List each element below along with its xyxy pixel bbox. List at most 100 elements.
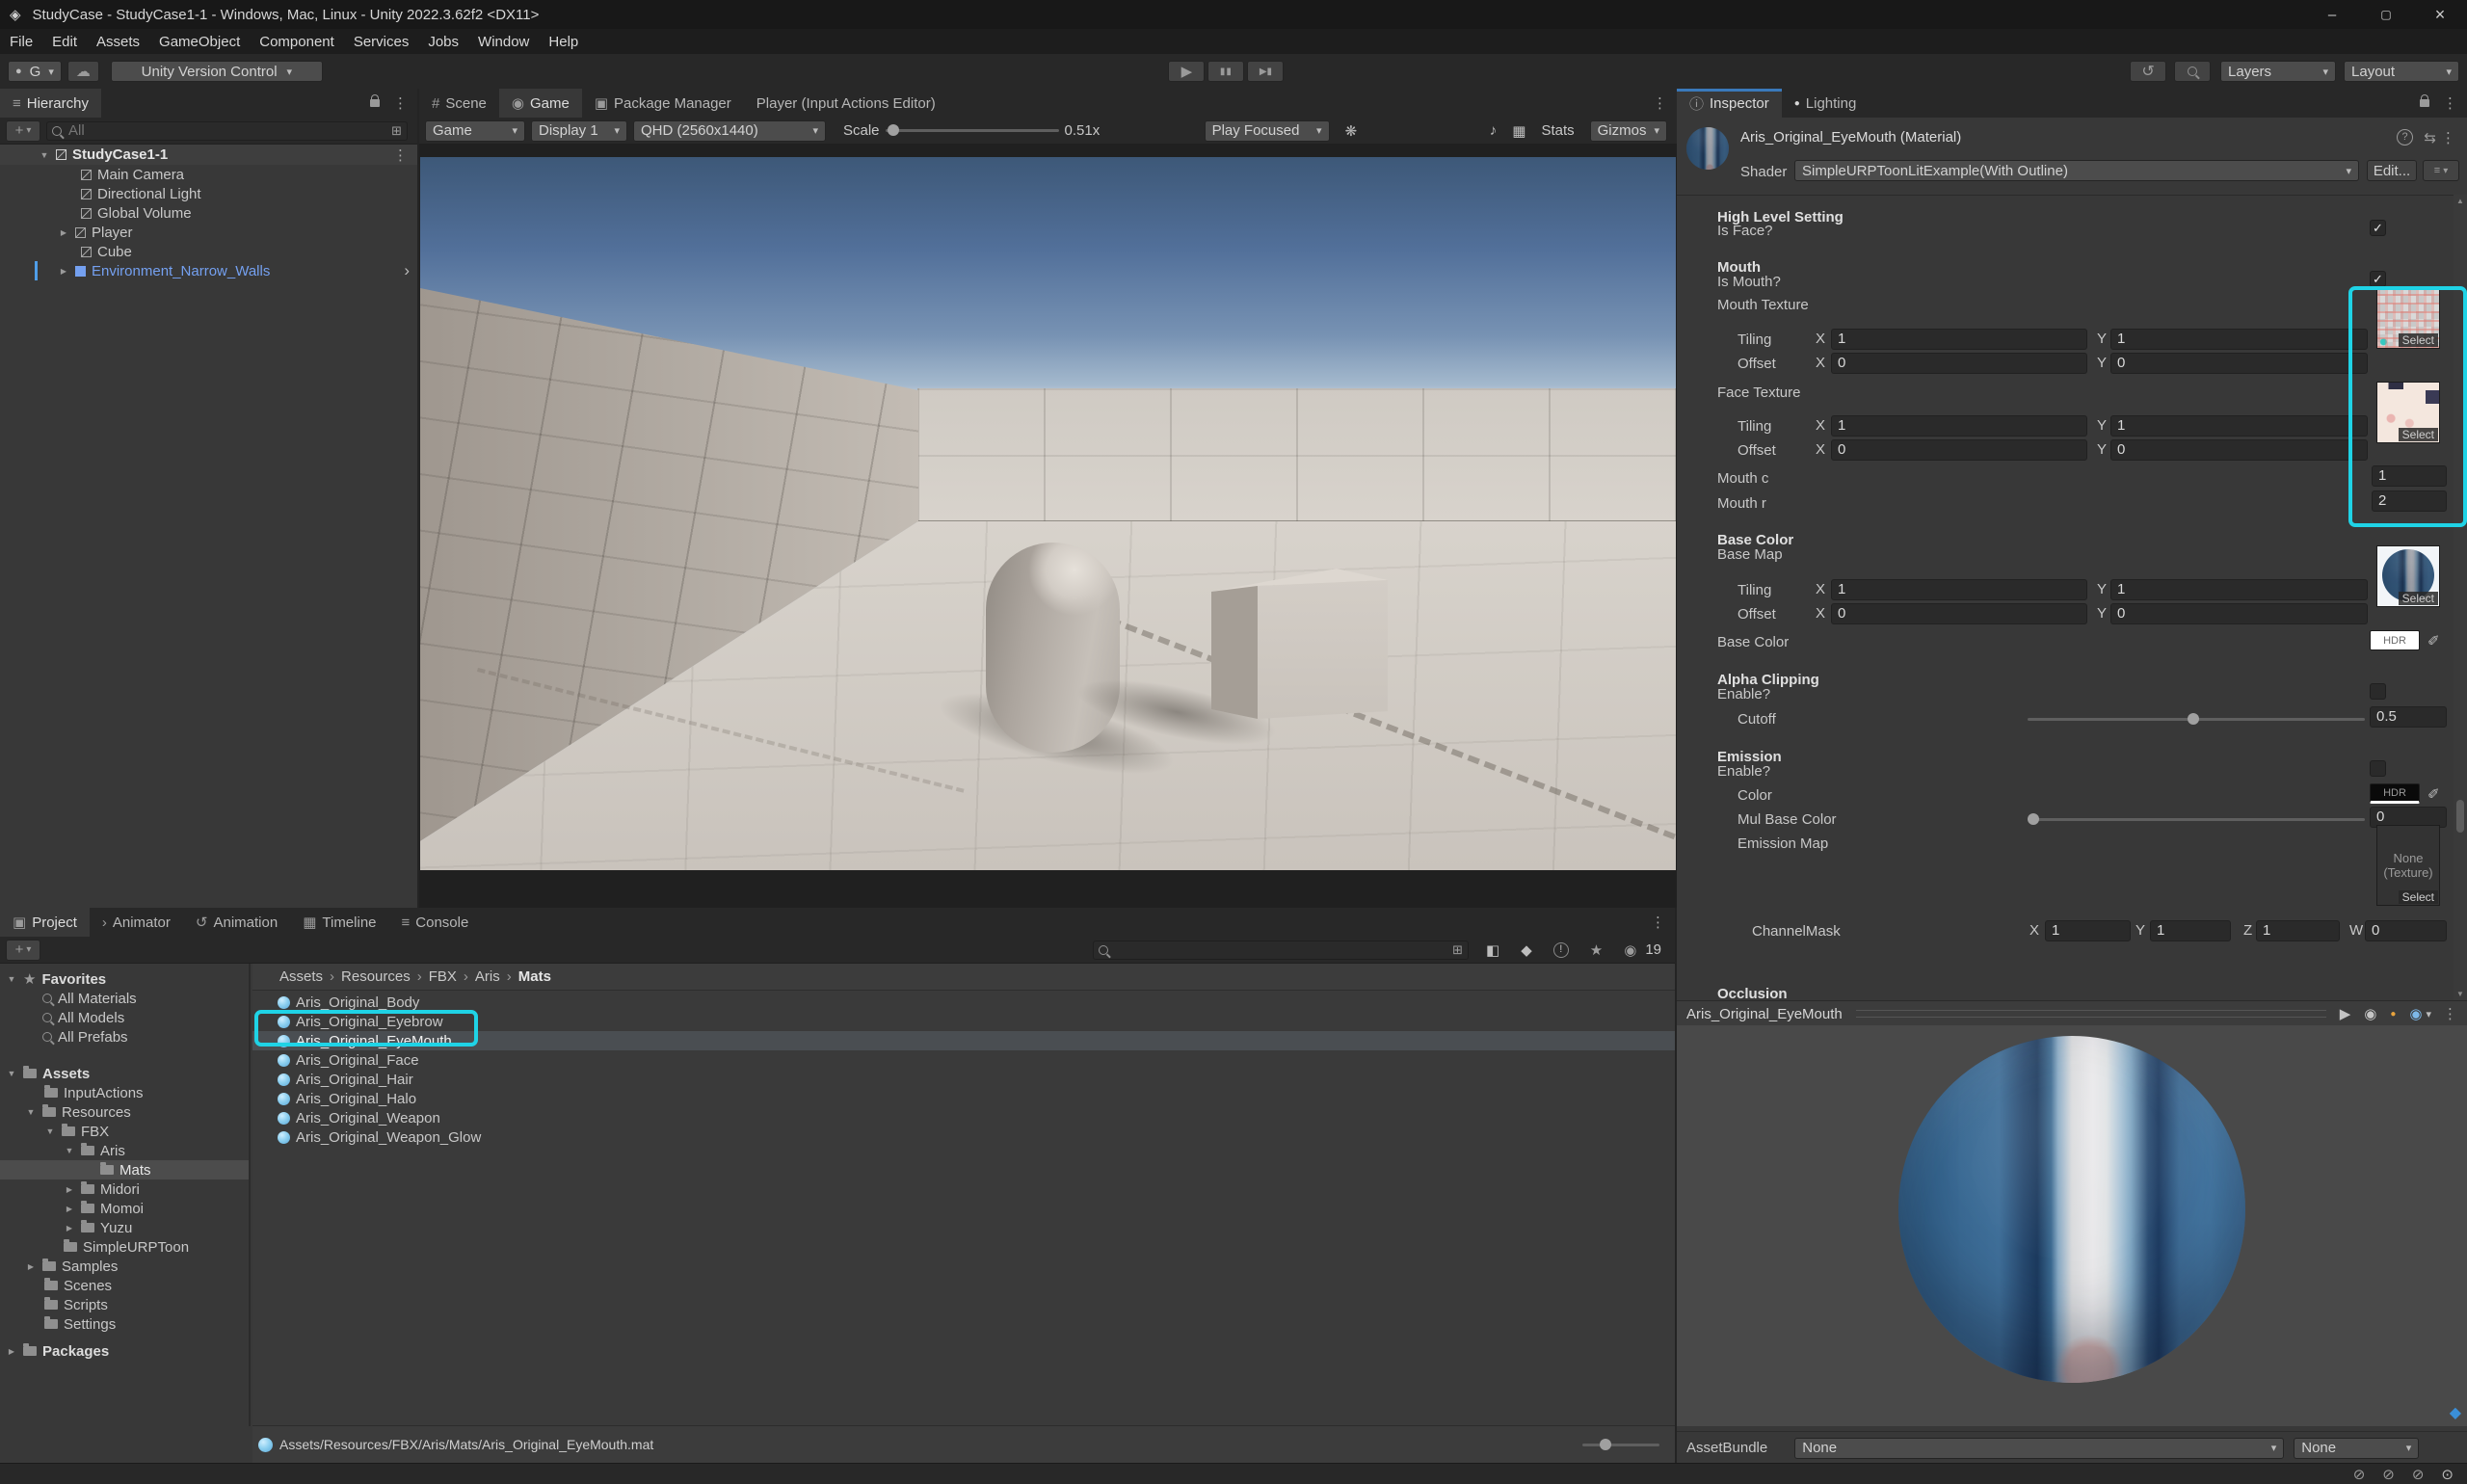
tree-assets[interactable]: ▼ Assets xyxy=(0,1064,249,1083)
tree-simpleurptoon[interactable]: SimpleURPToon xyxy=(0,1237,249,1257)
presets-icon[interactable]: ⇆ xyxy=(2424,129,2436,146)
tree-resources[interactable]: ▼ Resources xyxy=(0,1102,249,1122)
close-button[interactable]: × xyxy=(2413,5,2467,25)
search-by-type-icon[interactable]: ◧ xyxy=(1486,941,1499,959)
project-search[interactable]: ⊞ xyxy=(1093,941,1469,960)
kebab-menu-icon[interactable]: ⋮ xyxy=(1653,94,1667,112)
menu-file[interactable]: File xyxy=(0,34,42,50)
version-control-dropdown[interactable]: Unity Version Control ▾ xyxy=(111,61,323,82)
scale-slider[interactable] xyxy=(886,129,1059,132)
stats-toggle[interactable]: Stats xyxy=(1541,122,1574,139)
shader-menu-button[interactable]: ≡ ▾ xyxy=(2423,160,2459,181)
scale-slider-knob[interactable] xyxy=(888,124,899,136)
tree-aris[interactable]: ▼ Aris xyxy=(0,1141,249,1160)
material-thumbnail[interactable] xyxy=(1686,127,1729,170)
mul-base-color-slider[interactable] xyxy=(2028,818,2365,821)
preview-shape-icon[interactable]: ◉ xyxy=(2364,1005,2376,1022)
layout-dropdown[interactable]: Layout ▾ xyxy=(2344,61,2459,82)
tree-all-prefabs[interactable]: All Prefabs xyxy=(0,1027,249,1047)
menu-edit[interactable]: Edit xyxy=(42,34,87,50)
tab-animator[interactable]: › Animator xyxy=(90,908,183,937)
display-dropdown[interactable]: Display 1 ▾ xyxy=(531,120,627,142)
preview-lighting-icon[interactable]: ● xyxy=(2390,1009,2396,1020)
maximize-button[interactable]: ▢ xyxy=(2359,8,2413,21)
tab-animation[interactable]: ↺ Animation xyxy=(183,908,290,937)
game-viewport[interactable] xyxy=(420,157,1676,870)
hierarchy-scene-row[interactable]: ▼ StudyCase1-1 ⋮ xyxy=(0,145,417,165)
breadcrumb-assets[interactable]: Assets xyxy=(279,968,323,985)
file-aris-original-hair[interactable]: Aris_Original_Hair xyxy=(252,1070,1675,1089)
base-tiling-x-field[interactable]: 1 xyxy=(1831,579,2087,600)
drag-handle[interactable] xyxy=(1856,1010,2326,1018)
face-tiling-x-field[interactable]: 1 xyxy=(1831,415,2087,437)
foldout-open-icon[interactable]: ▼ xyxy=(6,974,17,984)
foldout-open-icon[interactable]: ▼ xyxy=(6,1069,17,1078)
tree-momoi[interactable]: ▶ Momoi xyxy=(0,1199,249,1218)
mouth-offset-x-field[interactable]: 0 xyxy=(1831,353,2087,374)
texture-select-button[interactable]: Select xyxy=(2399,890,2438,904)
tree-fbx[interactable]: ▼ FBX xyxy=(0,1122,249,1141)
thumbnail-size-slider[interactable] xyxy=(1582,1444,1659,1446)
channelmask-x-field[interactable]: 1 xyxy=(2045,920,2131,941)
lock-icon[interactable] xyxy=(370,99,380,107)
tree-packages[interactable]: ▶ Packages xyxy=(0,1341,249,1361)
hierarchy-item-main-camera[interactable]: Main Camera xyxy=(0,165,417,184)
scroll-down-icon[interactable]: ▼ xyxy=(2456,990,2464,998)
file-aris-original-eyebrow[interactable]: Aris_Original_Eyebrow xyxy=(252,1012,1675,1031)
tree-inputactions[interactable]: InputActions xyxy=(0,1083,249,1102)
foldout-open-icon[interactable]: ▼ xyxy=(39,150,50,160)
foldout-closed-icon[interactable]: ▶ xyxy=(64,1185,75,1194)
auto-refresh-disabled-icon[interactable]: ⊘ xyxy=(2412,1466,2425,1483)
file-aris-original-eyemouth[interactable]: Aris_Original_EyeMouth xyxy=(252,1031,1675,1050)
hierarchy-item-environment-narrow-walls[interactable]: ▶ Environment_Narrow_Walls › xyxy=(0,261,417,280)
menu-gameobject[interactable]: GameObject xyxy=(149,34,250,50)
base-offset-x-field[interactable]: 0 xyxy=(1831,603,2087,624)
layers-dropdown[interactable]: Layers ▾ xyxy=(2220,61,2336,82)
minimize-button[interactable]: – xyxy=(2305,7,2359,23)
tab-game[interactable]: ◉ Game xyxy=(499,89,582,118)
project-search-input[interactable] xyxy=(1113,941,1447,959)
account-dropdown[interactable]: ● G ▾ xyxy=(8,61,62,82)
menu-assets[interactable]: Assets xyxy=(87,34,149,50)
mouth-c-field[interactable]: 1 xyxy=(2372,465,2447,487)
channelmask-w-field[interactable]: 0 xyxy=(2365,920,2447,941)
tab-player-input-actions[interactable]: Player (Input Actions Editor) xyxy=(744,89,948,118)
vsync-grid-icon[interactable]: ▦ xyxy=(1512,122,1525,140)
play-focused-dropdown[interactable]: Play Focused ▾ xyxy=(1205,120,1330,142)
foldout-closed-icon[interactable]: ▶ xyxy=(64,1205,75,1213)
tree-settings[interactable]: Settings xyxy=(0,1314,249,1334)
assetbundle-variant-dropdown[interactable]: None ▾ xyxy=(2294,1438,2419,1459)
file-aris-original-weapon[interactable]: Aris_Original_Weapon xyxy=(252,1108,1675,1127)
inspector-scrollbar[interactable]: ▲ ▼ xyxy=(2454,195,2467,1000)
foldout-closed-icon[interactable]: ▶ xyxy=(6,1347,17,1356)
foldout-open-icon[interactable]: ▼ xyxy=(44,1126,56,1136)
tab-package-manager[interactable]: ▣ Package Manager xyxy=(582,89,744,118)
tree-midori[interactable]: ▶ Midori xyxy=(0,1179,249,1199)
file-aris-original-face[interactable]: Aris_Original_Face xyxy=(252,1050,1675,1070)
foldout-closed-icon[interactable]: ▶ xyxy=(58,267,69,276)
tab-timeline[interactable]: ▦ Timeline xyxy=(290,908,388,937)
eyedropper-icon[interactable]: ✐ xyxy=(2427,785,2440,803)
face-tiling-y-field[interactable]: 1 xyxy=(2110,415,2368,437)
channelmask-z-field[interactable]: 1 xyxy=(2256,920,2340,941)
tab-lighting[interactable]: ● Lighting xyxy=(1782,89,1870,118)
tab-console[interactable]: ≡ Console xyxy=(389,908,482,937)
tree-yuzu[interactable]: ▶ Yuzu xyxy=(0,1218,249,1237)
chevron-down-icon[interactable]: ▾ xyxy=(2426,1008,2431,1020)
prefab-open-chevron-icon[interactable]: › xyxy=(404,261,410,280)
lock-icon[interactable] xyxy=(2420,99,2429,107)
step-button[interactable]: ▶▮ xyxy=(1247,61,1284,82)
breadcrumb-fbx[interactable]: FBX xyxy=(429,968,457,985)
tab-scene[interactable]: # Scene xyxy=(419,89,499,118)
kebab-menu-icon[interactable]: ⋮ xyxy=(2443,1005,2457,1022)
hierarchy-search[interactable]: ⊞ xyxy=(46,121,408,141)
preview-play-icon[interactable]: ▶ xyxy=(2340,1005,2351,1022)
mouth-tiling-y-field[interactable]: 1 xyxy=(2110,329,2368,350)
foldout-closed-icon[interactable]: ▶ xyxy=(25,1262,37,1271)
cache-server-disabled-icon[interactable]: ⊘ xyxy=(2382,1466,2395,1483)
kebab-menu-icon[interactable]: ⋮ xyxy=(393,146,408,164)
mute-audio-icon[interactable]: ♪ xyxy=(1490,122,1498,139)
bookmark-icon[interactable]: ◆ xyxy=(2450,1403,2461,1422)
hierarchy-item-player[interactable]: ▶ Player xyxy=(0,223,417,242)
is-face-checkbox[interactable]: ✓ xyxy=(2370,220,2386,236)
